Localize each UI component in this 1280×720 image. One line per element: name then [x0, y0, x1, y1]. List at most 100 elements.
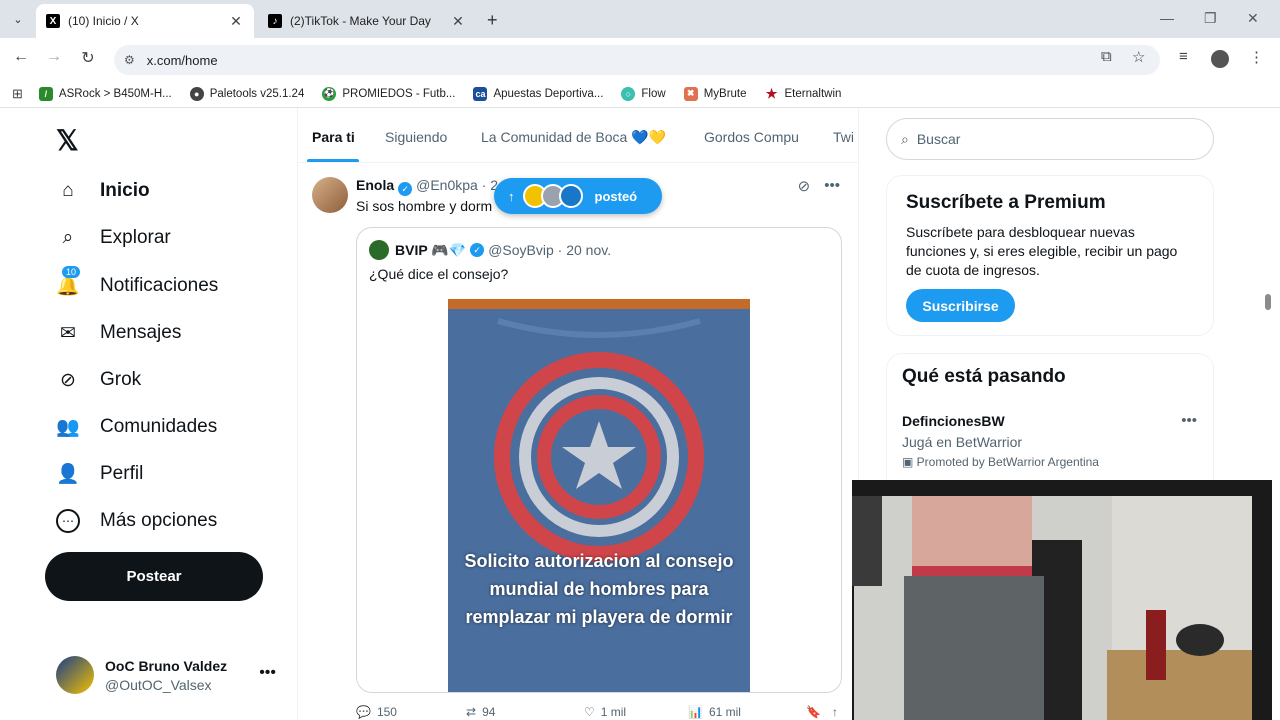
media-control-icon[interactable]: ≡: [1179, 48, 1188, 65]
tab-x-home[interactable]: X (10) Inicio / X ✕: [36, 4, 254, 38]
like-count: 1 mil: [600, 705, 627, 719]
share-icon[interactable]: ↑: [832, 705, 838, 719]
trend-promo: ▣ Promoted by BetWarrior Argentina: [902, 455, 1099, 469]
tab-para-ti[interactable]: Para ti: [312, 129, 355, 145]
tab-comunidad-boca[interactable]: La Comunidad de Boca 💙💛: [481, 129, 666, 146]
bookmark-label: MyBrute: [703, 87, 747, 100]
reply-button[interactable]: 💬 150: [356, 705, 466, 719]
webcam-feed-image: [852, 480, 1272, 720]
nav-messages[interactable]: ✉ Mensajes: [56, 318, 181, 348]
views-icon: 📊: [688, 705, 703, 719]
nav-profile[interactable]: 👤 Perfil: [56, 459, 143, 489]
nav-explore[interactable]: ⌕ Explorar: [56, 223, 171, 253]
heart-icon: ♡: [584, 705, 595, 719]
more-icon[interactable]: •••: [259, 664, 276, 682]
tab-tiktok[interactable]: ♪ (2)TikTok - Make Your Day ✕: [258, 4, 476, 38]
bookmark-favicon-icon: ⚽: [322, 86, 337, 101]
like-button[interactable]: ♡ 1 mil: [584, 705, 688, 719]
bookmark-icon[interactable]: 🔖: [806, 705, 832, 719]
bookmark-favicon-icon: /: [38, 86, 53, 101]
reply-count: 150: [376, 705, 397, 719]
search-input[interactable]: ⌕ Buscar: [886, 118, 1214, 160]
notification-badge: 10: [62, 266, 81, 278]
back-icon[interactable]: ←: [11, 48, 31, 66]
tweet-author-handle[interactable]: @En0kpa · 2: [416, 177, 498, 193]
trend-name[interactable]: DefincionesBW: [902, 413, 1005, 429]
install-app-icon[interactable]: ⧉: [1101, 48, 1112, 65]
nav-label: Mensajes: [100, 322, 182, 343]
tab-twi[interactable]: Twi: [833, 129, 854, 145]
bookmark-item[interactable]: ⚽ PROMIEDOS - Futb...: [322, 86, 455, 101]
bookmark-item[interactable]: ★ Eternaltwin: [765, 85, 842, 101]
new-tab-button[interactable]: +: [487, 10, 498, 31]
new-posts-pill[interactable]: ↑ posteó: [494, 178, 662, 214]
tab-gordos-compu[interactable]: Gordos Compu: [704, 129, 799, 145]
bookmark-item[interactable]: ● Paletools v25.1.24: [189, 86, 304, 101]
bookmark-label: Eternaltwin: [784, 87, 842, 100]
active-tab-indicator: [307, 159, 359, 162]
nav-label: Grok: [100, 369, 142, 390]
account-switcher[interactable]: OoC Bruno Valdez @OutOC_Valsex •••: [56, 656, 286, 694]
more-icon[interactable]: •••: [824, 177, 840, 195]
subscribe-button[interactable]: Suscribirse: [906, 289, 1015, 322]
close-window-icon[interactable]: ✕: [1247, 10, 1259, 27]
bookmark-favicon-icon: ●: [189, 86, 204, 101]
nav-notifications[interactable]: 🔔 10 Notificaciones: [56, 266, 218, 301]
verified-badge-icon: ✓: [398, 182, 413, 196]
post-button[interactable]: Postear: [45, 552, 263, 601]
bookmarks-bar: ⊞ / ASRock > B450M-H... ● Paletools v25.1.…: [0, 80, 1280, 108]
nav-label: Más opciones: [100, 510, 218, 531]
home-icon: ⌂: [62, 180, 74, 201]
grok-icon: ⊘: [60, 369, 76, 391]
profile-avatar[interactable]: [1211, 50, 1229, 68]
views-button[interactable]: 📊 61 mil: [688, 705, 806, 719]
close-tab-icon[interactable]: ✕: [450, 13, 466, 30]
bookmark-item[interactable]: / ASRock > B450M-H...: [38, 86, 172, 101]
forward-icon[interactable]: →: [44, 48, 64, 66]
nav-label: Inicio: [100, 180, 150, 201]
tab-siguiendo[interactable]: Siguiendo: [385, 129, 447, 145]
quote-image[interactable]: Solicito autorizacion al consejo mundial…: [448, 299, 750, 692]
tab-label: (10) Inicio / X: [68, 14, 139, 28]
repost-count: 94: [482, 705, 496, 719]
tweet-text: Si sos hombre y dorm: [356, 198, 493, 214]
bookmark-item[interactable]: ○ Flow: [621, 86, 666, 101]
bookmark-label: Apuestas Deportiva...: [493, 87, 604, 100]
repost-button[interactable]: ⇄ 94: [466, 705, 584, 719]
nav-home[interactable]: ⌂ Inicio: [56, 176, 150, 206]
trends-card: Qué está pasando DefincionesBW Jugá en B…: [886, 353, 1214, 483]
scrollbar-thumb[interactable]: [1265, 294, 1271, 310]
close-tab-icon[interactable]: ✕: [228, 13, 244, 30]
more-icon[interactable]: •••: [1181, 412, 1197, 429]
site-info-icon[interactable]: ⚙: [124, 53, 135, 67]
quoted-tweet[interactable]: BVIP 🎮💎 ✓ @SoyBvip · 20 nov. ¿Qué dice el …: [356, 227, 842, 693]
tweet[interactable]: Enola ✓ @En0kpa · 2 Si sos hombre y dorm ⊘…: [298, 165, 858, 720]
avatar[interactable]: [312, 177, 348, 213]
bookmark-item[interactable]: ✖ MyBrute: [683, 86, 747, 101]
x-logo-icon[interactable]: 𝕏: [56, 124, 79, 157]
apps-grid-icon[interactable]: ⊞: [12, 86, 23, 102]
nav-communities[interactable]: 👥 Comunidades: [56, 412, 217, 442]
grok-explain-icon[interactable]: ⊘: [798, 177, 811, 195]
bookmark-favicon-icon: ★: [765, 85, 778, 101]
bookmark-star-icon[interactable]: ☆: [1132, 48, 1145, 66]
account-name: OoC Bruno Valdez: [105, 657, 228, 674]
tweet-author-name[interactable]: Enola: [356, 177, 394, 193]
tweet-header: Enola ✓ @En0kpa · 2: [356, 177, 498, 196]
minimize-icon[interactable]: —: [1160, 10, 1174, 26]
promoted-icon: ▣: [902, 455, 917, 469]
tab-search-button[interactable]: ⌄: [8, 9, 28, 29]
nav-label: Perfil: [100, 463, 144, 484]
repost-icon: ⇄: [466, 705, 477, 719]
nav-grok[interactable]: ⊘ Grok: [56, 365, 141, 395]
nav-more[interactable]: ⋯ Más opciones: [56, 506, 217, 536]
bell-icon: 🔔 10: [56, 266, 81, 298]
menu-kebab-icon[interactable]: ⋮: [1249, 48, 1264, 66]
quote-author-name: BVIP 🎮💎: [395, 241, 467, 258]
bookmark-item[interactable]: ca Apuestas Deportiva...: [473, 86, 604, 101]
more-options-icon: ⋯: [56, 509, 80, 533]
reload-icon[interactable]: ↻: [78, 48, 98, 68]
restore-icon[interactable]: ❐: [1204, 10, 1217, 27]
account-handle: @OutOC_Valsex: [105, 676, 212, 693]
address-bar[interactable]: ⚙ x.com/home: [114, 45, 1160, 75]
